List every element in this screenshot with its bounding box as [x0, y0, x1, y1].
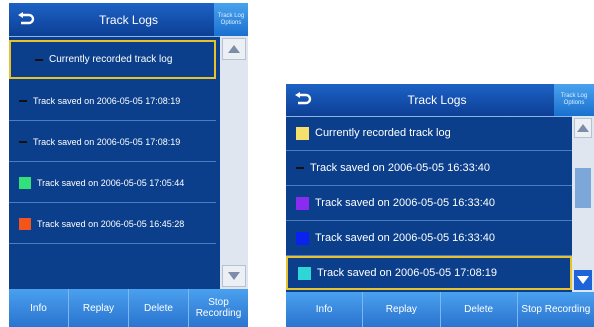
track-logs-screen-1: Track Logs Track Log Options Currently r…: [9, 3, 248, 327]
track-log-label: Track saved on 2006-05-05 16:45:28: [37, 218, 185, 229]
track-log-list: Currently recorded track log Track saved…: [9, 36, 216, 289]
delete-button[interactable]: Delete: [129, 289, 189, 327]
track-log-item[interactable]: Track saved on 2006-05-05 16:33:40: [286, 186, 572, 221]
scroll-up-button[interactable]: [222, 38, 246, 60]
track-log-list: Currently recorded track log Track saved…: [286, 116, 572, 292]
info-button[interactable]: Info: [9, 289, 69, 327]
track-log-label: Track saved on 2006-05-05 16:33:40: [315, 197, 495, 209]
delete-button[interactable]: Delete: [441, 292, 518, 327]
scroll-down-arrow-icon: [577, 276, 589, 284]
scroll-down-button[interactable]: [222, 265, 246, 287]
track-log-label: Track saved on 2006-05-05 17:08:19: [317, 267, 497, 279]
scroll-down-button[interactable]: [574, 270, 592, 290]
stop-recording-button[interactable]: Stop Recording: [518, 292, 594, 327]
scroll-up-button[interactable]: [574, 118, 592, 138]
color-swatch: [296, 126, 309, 140]
track-log-item-current[interactable]: Currently recorded track log: [286, 116, 572, 151]
track-log-label: Track saved on 2006-05-05 17:08:19: [33, 95, 181, 106]
track-log-label: Track saved on 2006-05-05 16:33:40: [315, 232, 495, 244]
page-title: Track Logs: [407, 93, 467, 107]
scroll-up-arrow-icon: [228, 45, 240, 53]
dash-icon: [35, 58, 43, 61]
dash-icon: [19, 99, 27, 102]
replay-button[interactable]: Replay: [69, 289, 129, 327]
track-log-item[interactable]: Track saved on 2006-05-05 17:08:19: [9, 122, 216, 162]
scrollbar[interactable]: [572, 116, 594, 292]
track-log-item[interactable]: Track saved on 2006-05-05 17:08:19: [286, 256, 572, 290]
track-log-item[interactable]: Track saved on 2006-05-05 16:33:40: [286, 151, 572, 186]
track-logs-screen-2: Track Logs Track Log Options Currently r…: [286, 84, 594, 327]
stop-recording-button[interactable]: Stop Recording: [189, 289, 248, 327]
back-arrow-icon: [295, 92, 312, 105]
dash-icon: [19, 140, 27, 143]
info-button[interactable]: Info: [286, 292, 364, 327]
dash-icon: [296, 167, 304, 169]
back-button[interactable]: [286, 84, 320, 116]
track-log-label: Track saved on 2006-05-05 17:05:44: [37, 177, 185, 188]
color-swatch: [296, 231, 309, 245]
track-log-item[interactable]: Track saved on 2006-05-05 16:33:40: [286, 221, 572, 256]
scroll-up-arrow-icon: [577, 124, 589, 132]
back-arrow-icon: [18, 11, 35, 24]
color-swatch: [298, 266, 311, 280]
track-log-label: Track saved on 2006-05-05 17:08:19: [33, 136, 181, 147]
color-swatch: [296, 196, 309, 210]
track-log-options-button[interactable]: Track Log Options: [214, 3, 248, 36]
track-log-item[interactable]: Track saved on 2006-05-05 17:05:44: [9, 163, 216, 203]
page-title: Track Logs: [99, 12, 158, 27]
replay-button[interactable]: Replay: [363, 292, 441, 327]
track-log-label: Currently recorded track log: [49, 54, 173, 65]
scrollbar[interactable]: [220, 36, 248, 289]
title-bar: Track Logs Track Log Options: [9, 3, 248, 37]
track-log-label: Track saved on 2006-05-05 16:33:40: [310, 162, 490, 174]
scroll-down-arrow-icon: [228, 272, 240, 280]
track-log-item[interactable]: Track saved on 2006-05-05 16:45:28: [9, 204, 216, 244]
back-button[interactable]: [9, 3, 43, 36]
button-bar: Info Replay Delete Stop Recording: [9, 289, 248, 327]
track-log-item[interactable]: Track saved on 2006-05-05 17:08:19: [9, 81, 216, 121]
color-swatch: [19, 176, 31, 189]
track-log-label: Currently recorded track log: [315, 127, 451, 139]
title-bar: Track Logs Track Log Options: [286, 84, 594, 117]
button-bar: Info Replay Delete Stop Recording: [286, 292, 594, 327]
color-swatch: [19, 217, 31, 230]
track-log-item-current[interactable]: Currently recorded track log: [9, 40, 216, 79]
track-log-options-button[interactable]: Track Log Options: [554, 84, 594, 116]
scrollbar-thumb[interactable]: [575, 168, 591, 208]
